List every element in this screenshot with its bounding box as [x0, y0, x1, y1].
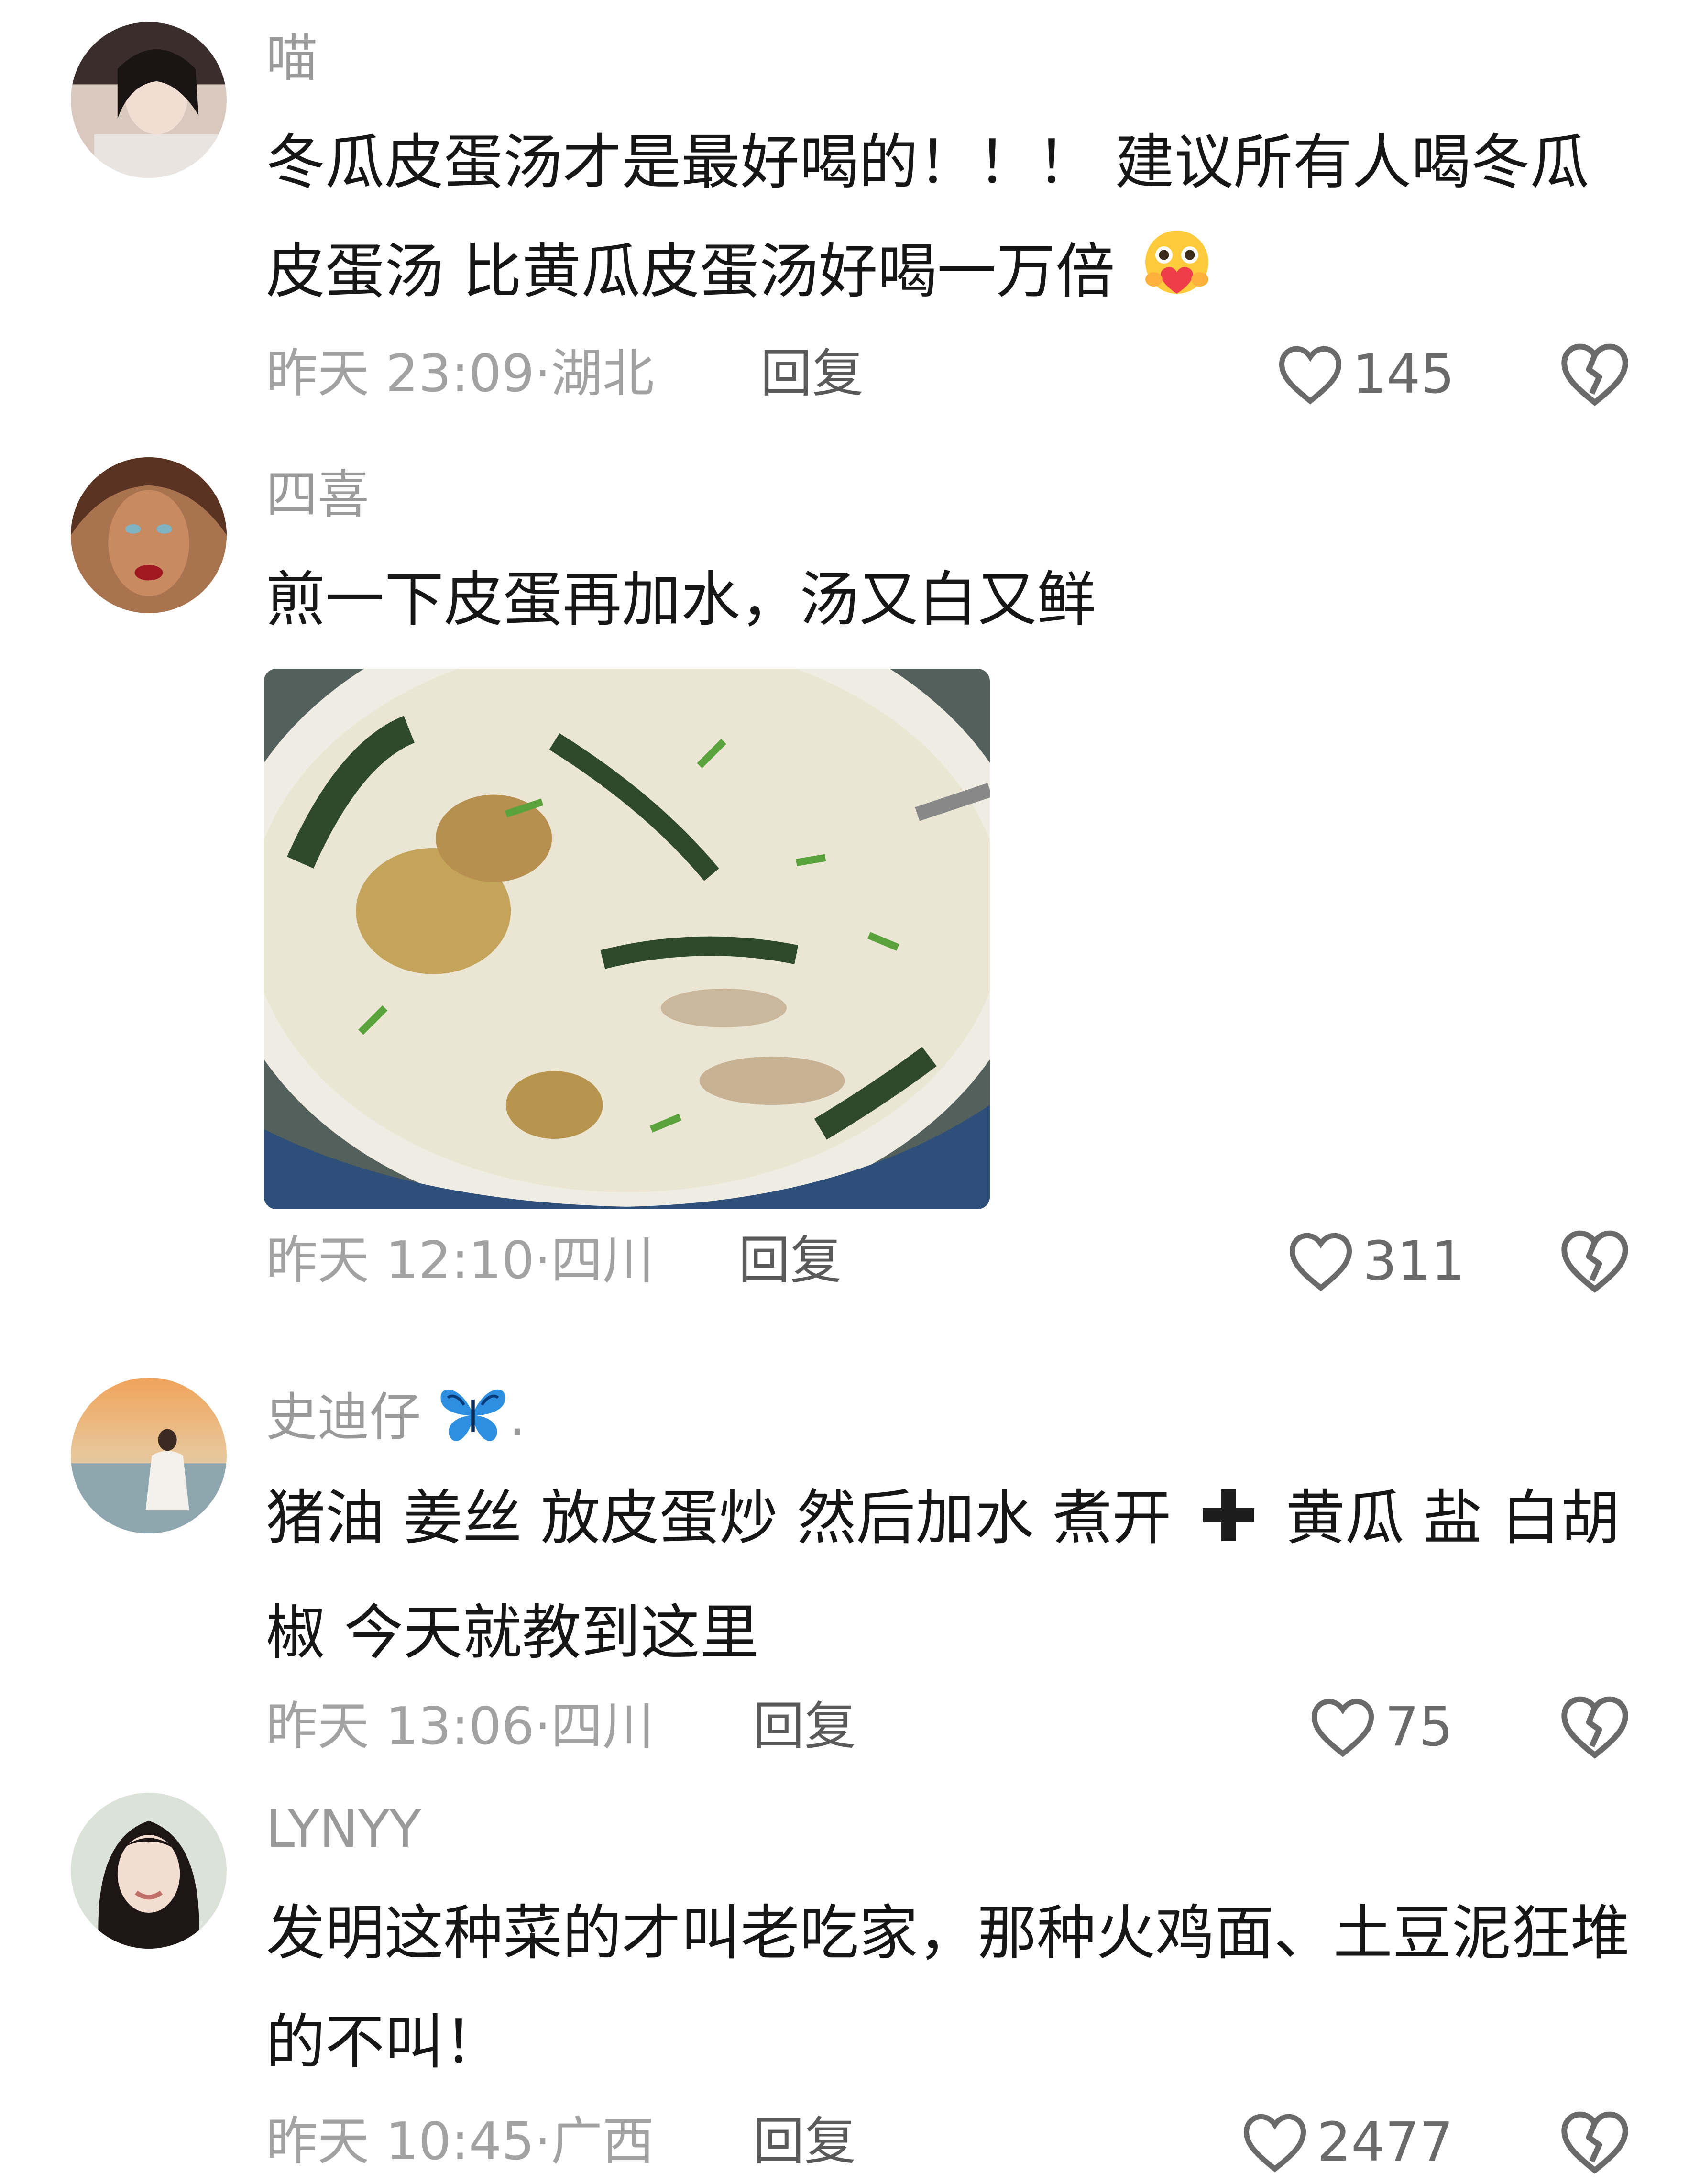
smiling-face-with-heart-emoji [1134, 224, 1220, 300]
like-count: 145 [1352, 343, 1455, 406]
heart-icon [1279, 346, 1342, 405]
soup-photo[interactable] [264, 669, 990, 1209]
comment-location: 四川 [550, 1697, 654, 1756]
broken-heart-icon [1561, 1696, 1628, 1759]
comment-time: 昨天 13:06 [266, 1697, 535, 1756]
comment-meta: 昨天 13:06·四川 [266, 1693, 654, 1760]
dislike-button[interactable] [1559, 1693, 1631, 1760]
username-suffix: . [509, 1388, 526, 1447]
avatar[interactable] [71, 457, 227, 613]
meta-separator: · [534, 1697, 551, 1756]
like-button[interactable]: 311 [1287, 1225, 1465, 1297]
comment-location: 湖北 [550, 344, 654, 404]
comment-text-part1: 猪油 姜丝 放皮蛋炒 然后加水 煮开 [266, 1484, 1172, 1553]
plus-icon [1200, 1469, 1257, 1578]
like-count: 75 [1385, 1696, 1453, 1758]
butterfly-icon [437, 1383, 509, 1458]
broken-heart-icon [1561, 2111, 1628, 2174]
comment-text-content: 冬瓜皮蛋汤才是最好喝的！！！ 建议所有人喝冬瓜皮蛋汤 比黄瓜皮蛋汤好喝一万倍 [266, 128, 1590, 306]
username[interactable]: 四喜 [266, 464, 369, 526]
reply-button[interactable]: 回复 [738, 1227, 842, 1294]
comment-time: 昨天 12:10 [266, 1231, 535, 1291]
meta-separator: · [534, 1231, 551, 1291]
comment-time: 昨天 23:09 [266, 344, 535, 404]
broken-heart-icon [1561, 1230, 1628, 1293]
dislike-button[interactable] [1559, 2108, 1631, 2175]
broken-heart-icon [1561, 343, 1628, 406]
like-button[interactable]: 75 [1309, 1691, 1453, 1763]
heart-icon [1289, 1233, 1352, 1291]
comment-text: 发明这种菜的才叫老吃家，那种火鸡面、土豆泥狂堆的不叫！ [266, 1879, 1643, 2097]
comment-text: 冬瓜皮蛋汤才是最好喝的！！！ 建议所有人喝冬瓜皮蛋汤 比黄瓜皮蛋汤好喝一万倍 [266, 108, 1643, 326]
username-text: 史迪仔 [266, 1388, 421, 1447]
comment-location: 四川 [550, 1231, 654, 1291]
username[interactable]: 喵 [266, 28, 318, 90]
comment-text: 煎一下皮蛋再加水，汤又白又鲜 [266, 545, 1643, 654]
comment-time: 昨天 10:45 [266, 2112, 535, 2172]
like-button[interactable]: 2477 [1241, 2107, 1453, 2178]
heart-icon [1243, 2114, 1306, 2173]
comment-meta: 昨天 10:45·广西 [266, 2108, 654, 2175]
reply-button[interactable]: 回复 [753, 2108, 856, 2175]
like-count: 311 [1363, 1230, 1465, 1292]
comment-text-content: 煎一下皮蛋再加水，汤又白又鲜 [266, 565, 1097, 634]
comment-location: 广西 [550, 2112, 654, 2172]
dislike-button[interactable] [1559, 341, 1631, 408]
comment-meta: 昨天 23:09·湖北 [266, 341, 654, 408]
avatar[interactable] [71, 1378, 227, 1533]
meta-separator: · [534, 344, 551, 404]
username[interactable]: LYNYY [266, 1798, 421, 1861]
reply-button[interactable]: 回复 [760, 341, 864, 408]
heart-icon [1311, 1699, 1374, 1757]
meta-separator: · [534, 2112, 551, 2172]
dislike-button[interactable] [1559, 1227, 1631, 1294]
comment-meta: 昨天 12:10·四川 [266, 1227, 654, 1294]
username[interactable]: 史迪仔 . [266, 1383, 526, 1458]
comment-text: 猪油 姜丝 放皮蛋炒 然后加水 煮开 黄瓜 盐 白胡椒 今天就教到这里 [266, 1464, 1643, 1688]
avatar[interactable] [71, 1793, 227, 1949]
like-button[interactable]: 145 [1277, 339, 1455, 410]
comment-text-content: 发明这种菜的才叫老吃家，那种火鸡面、土豆泥狂堆的不叫！ [266, 1899, 1630, 2077]
like-count: 2477 [1317, 2111, 1454, 2173]
avatar[interactable] [71, 22, 227, 178]
reply-button[interactable]: 回复 [753, 1693, 856, 1760]
